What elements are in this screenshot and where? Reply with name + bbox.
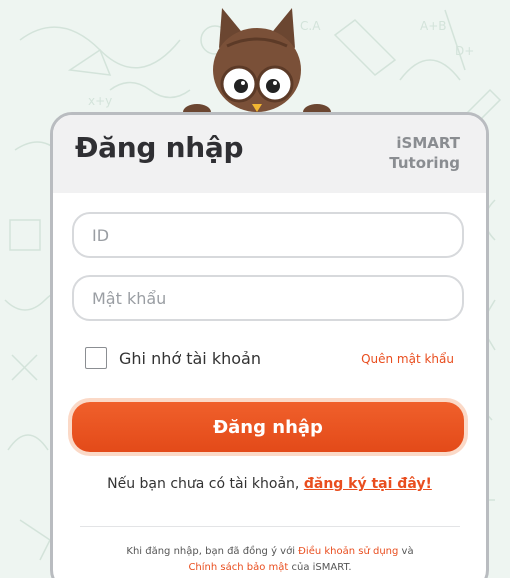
terms-of-use-link[interactable]: Điều khoản sử dụng: [298, 546, 398, 557]
brand-logo: iSMART Tutoring: [389, 133, 460, 173]
terms-notice: Khi đăng nhập, bạn đã đồng ý với Điều kh…: [83, 544, 457, 576]
remember-checkbox[interactable]: [85, 347, 107, 369]
terms-middle: và: [398, 546, 414, 557]
login-button[interactable]: Đăng nhập: [72, 402, 464, 452]
password-input[interactable]: [72, 275, 464, 321]
remember-label: Ghi nhớ tài khoản: [119, 348, 261, 368]
login-card: Đăng nhập iSMART Tutoring Ghi nhớ tài kh…: [50, 112, 489, 578]
svg-text:D+: D+: [455, 44, 474, 58]
remember-account[interactable]: Ghi nhớ tài khoản: [85, 347, 261, 369]
divider: [80, 526, 460, 527]
signup-prompt: Nếu bạn chưa có tài khoản, đăng ký tại đ…: [53, 476, 486, 492]
brand-tagline: Tutoring: [389, 154, 460, 172]
signup-prompt-text: Nếu bạn chưa có tài khoản,: [107, 476, 304, 492]
privacy-policy-link[interactable]: Chính sách bảo mật: [188, 562, 288, 573]
forgot-password-link[interactable]: Quên mật khẩu: [361, 352, 454, 366]
svg-text:x+y: x+y: [88, 94, 112, 108]
svg-text:A+B: A+B: [420, 19, 447, 33]
card-header: Đăng nhập iSMART Tutoring: [53, 115, 486, 193]
terms-prefix: Khi đăng nhập, bạn đã đồng ý với: [126, 546, 299, 557]
owl-mascot-icon: [183, 8, 331, 120]
brand-name: iSMART: [396, 134, 460, 152]
terms-suffix: của iSMART.: [288, 562, 352, 573]
id-input[interactable]: [72, 212, 464, 258]
signup-link[interactable]: đăng ký tại đây!: [304, 476, 432, 492]
page-title: Đăng nhập: [75, 131, 244, 164]
